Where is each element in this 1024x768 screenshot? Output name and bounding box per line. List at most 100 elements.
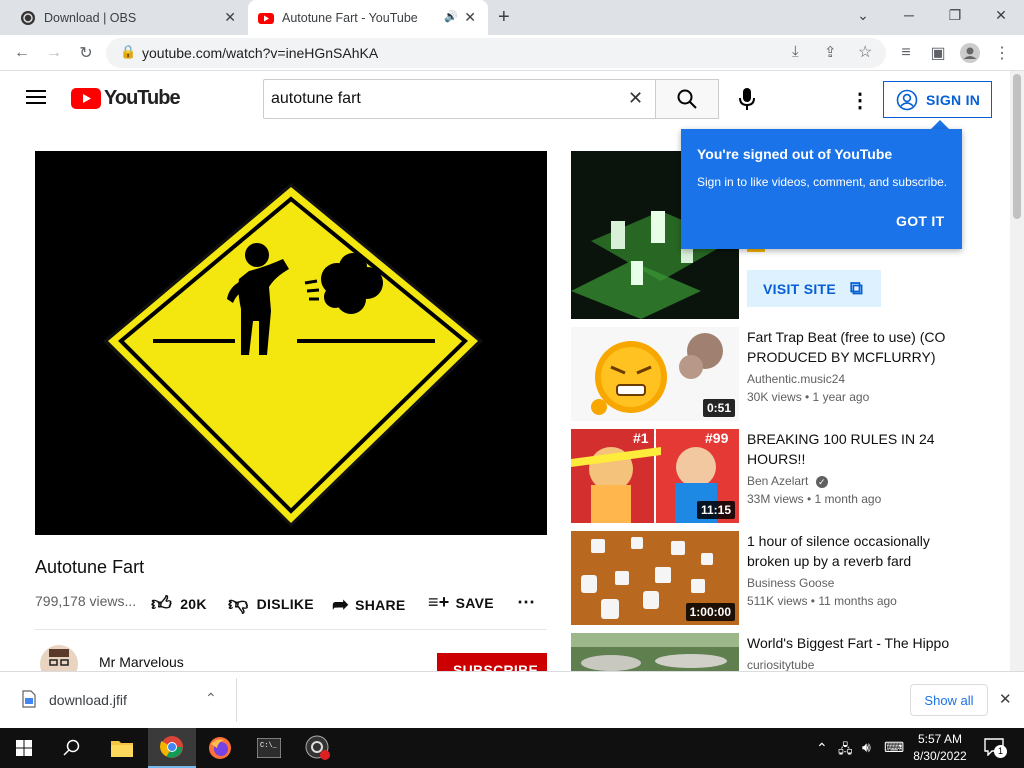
recommendation-item[interactable]: #1 #99 11:15 BREAKING 100 RULES IN 24 HO… [571, 429, 991, 525]
tab-search-icon[interactable]: ⌄ [840, 0, 886, 30]
dislike-button[interactable]: 👎︎ DISLIKE [228, 592, 314, 616]
windows-taskbar: C:\_ ⌃ 🖧 🔊︎ ⌨ 5:57 AM 8/30/2022 1 [0, 728, 1024, 768]
recommendation-item[interactable]: 0:51 Fart Trap Beat (free to use) (CO PR… [571, 327, 991, 423]
thumbs-up-icon: 👍︎ [151, 593, 173, 615]
restore-icon[interactable]: ❐ [932, 0, 978, 30]
video-title: Autotune Fart [35, 557, 145, 577]
recommendation-item[interactable]: 1:00:00 1 hour of silence occasionally b… [571, 531, 991, 627]
video-frame [103, 183, 483, 527]
recommendation-channel[interactable]: Business Goose [747, 576, 834, 590]
tab-obs[interactable]: Download | OBS ✕ [0, 0, 248, 35]
address-bar[interactable]: 🔒 youtube.com/watch?v=ineHGnSAhKA ⤓ ⇪ ☆ [106, 38, 886, 68]
save-button[interactable]: ≡+ SAVE [428, 592, 494, 613]
clock-time: 5:57 AM [917, 732, 963, 746]
page-scrollbar[interactable] [1010, 71, 1024, 671]
hamburger-icon[interactable] [26, 89, 46, 110]
youtube-icon [258, 12, 274, 24]
browser-toolbar: ← → ↻ 🔒 youtube.com/watch?v=ineHGnSAhKA … [0, 35, 1024, 71]
view-count: 799,178 views... [35, 593, 137, 609]
bookmark-star-icon[interactable]: ☆ [858, 42, 872, 62]
sign-in-button[interactable]: SIGN IN [883, 81, 992, 118]
show-hidden-icons-icon[interactable]: ⌃ [816, 740, 828, 757]
terminal-icon[interactable]: C:\_ [245, 728, 293, 768]
visit-site-button[interactable]: VISIT SITE ⧉ [747, 270, 881, 307]
share-icon[interactable]: ⇪ [824, 43, 837, 61]
svg-text:C:\_: C:\_ [260, 742, 278, 750]
forward-icon[interactable]: → [40, 39, 68, 67]
recommendation-title[interactable]: World's Biggest Fart - The Hippo [747, 633, 962, 653]
subscribe-button[interactable]: SUBSCRIBE [437, 653, 547, 671]
clear-search-icon[interactable]: ✕ [628, 88, 643, 109]
recommendation-title[interactable]: BREAKING 100 RULES IN 24 HOURS!! [747, 429, 962, 469]
profile-icon[interactable] [956, 39, 984, 67]
thumbnail[interactable]: 0:51 [571, 327, 739, 421]
minimize-icon[interactable]: ─ [886, 0, 932, 30]
channel-name[interactable]: Mr Marvelous [99, 654, 184, 670]
menu-kebab-icon[interactable]: ⋮ [988, 39, 1016, 67]
svg-text:#99: #99 [705, 430, 729, 446]
close-tab-icon[interactable]: ✕ [224, 9, 236, 26]
more-actions-icon[interactable]: ⋯ [517, 592, 535, 613]
playlist-add-icon: ≡+ [428, 592, 450, 612]
new-tab-icon[interactable]: + [498, 6, 510, 29]
reading-list-icon[interactable]: ≡ [892, 39, 920, 67]
settings-kebab-icon[interactable]: ⋮ [850, 88, 870, 113]
tab-strip: Download | OBS ✕ Autotune Fart - YouTube… [0, 0, 1024, 35]
reload-icon[interactable]: ↻ [72, 39, 100, 67]
clock[interactable]: 5:57 AM 8/30/2022 [910, 731, 970, 765]
network-icon[interactable]: 🖧 [838, 740, 853, 762]
keyboard-icon[interactable]: ⌨ [884, 739, 904, 756]
thumbnail[interactable]: 1:00:00 [571, 531, 739, 625]
file-explorer-icon[interactable] [98, 728, 146, 768]
popup-body: Sign in to like videos, comment, and sub… [697, 175, 948, 189]
chevron-up-icon[interactable]: ⌃ [205, 690, 217, 707]
youtube-logo-icon [71, 88, 101, 109]
dislike-label: DISLIKE [256, 596, 314, 612]
thumbs-down-icon: 👎︎ [228, 593, 249, 615]
audio-playing-icon[interactable]: 🔊 [444, 10, 458, 23]
close-tab-icon[interactable]: ✕ [464, 9, 476, 26]
obs-icon[interactable] [294, 728, 342, 768]
like-button[interactable]: 👍︎ 20K [151, 592, 207, 616]
recommendation-item[interactable]: World's Biggest Fart - The Hippo curiosi… [571, 633, 991, 671]
search-button[interactable] [655, 79, 719, 119]
duration-badge: 0:51 [702, 399, 735, 417]
recommendation-channel[interactable]: Ben Azelart ✓ [747, 474, 828, 488]
youtube-logo[interactable]: YouTube [71, 87, 181, 110]
side-panel-icon[interactable]: ▣ [924, 39, 952, 67]
recommendation-title[interactable]: Fart Trap Beat (free to use) (CO PRODUCE… [747, 327, 962, 367]
search-icon[interactable] [48, 728, 96, 768]
channel-avatar[interactable] [40, 645, 78, 671]
search-input[interactable]: autotune fart ✕ [263, 79, 656, 119]
got-it-button[interactable]: GOT IT [896, 213, 944, 229]
microphone-icon[interactable] [738, 87, 756, 116]
notification-icon[interactable]: 1 [984, 738, 1007, 758]
sign-in-label: SIGN IN [926, 91, 981, 108]
thumbnail[interactable] [571, 633, 739, 671]
recommendation-title[interactable]: 1 hour of silence occasionally broken up… [747, 531, 962, 571]
download-filename[interactable]: download.jfif [49, 692, 127, 708]
volume-icon[interactable]: 🔊︎ [862, 739, 871, 756]
duration-badge: 11:15 [696, 501, 735, 519]
back-icon[interactable]: ← [8, 39, 36, 67]
chrome-icon[interactable] [148, 728, 196, 768]
recommendation-channel[interactable]: Authentic.music24 [747, 372, 845, 386]
install-icon[interactable]: ⤓ [792, 43, 799, 60]
close-window-icon[interactable]: ✕ [978, 0, 1024, 30]
recommendation-channel[interactable]: curiositytube [747, 658, 814, 671]
download-bar: download.jfif ⌃ Show all ✕ [0, 671, 1024, 728]
logo-text: YouTube [104, 87, 181, 109]
firefox-icon[interactable] [196, 728, 244, 768]
video-player[interactable] [35, 151, 547, 535]
close-download-bar-icon[interactable]: ✕ [999, 690, 1012, 708]
duration-badge: 1:00:00 [685, 603, 735, 621]
thumbnail[interactable]: #1 #99 11:15 [571, 429, 739, 523]
tab-title: Download | OBS [44, 10, 137, 25]
tab-youtube[interactable]: Autotune Fart - YouTube 🔊 ✕ [248, 0, 488, 35]
signed-out-popup: You're signed out of YouTube Sign in to … [681, 129, 962, 249]
notification-count: 1 [994, 745, 1007, 758]
windows-start-icon[interactable] [0, 728, 48, 768]
show-all-button[interactable]: Show all [910, 684, 988, 716]
scrollbar-thumb[interactable] [1013, 74, 1021, 219]
share-button[interactable]: ➦ SHARE [332, 592, 406, 617]
